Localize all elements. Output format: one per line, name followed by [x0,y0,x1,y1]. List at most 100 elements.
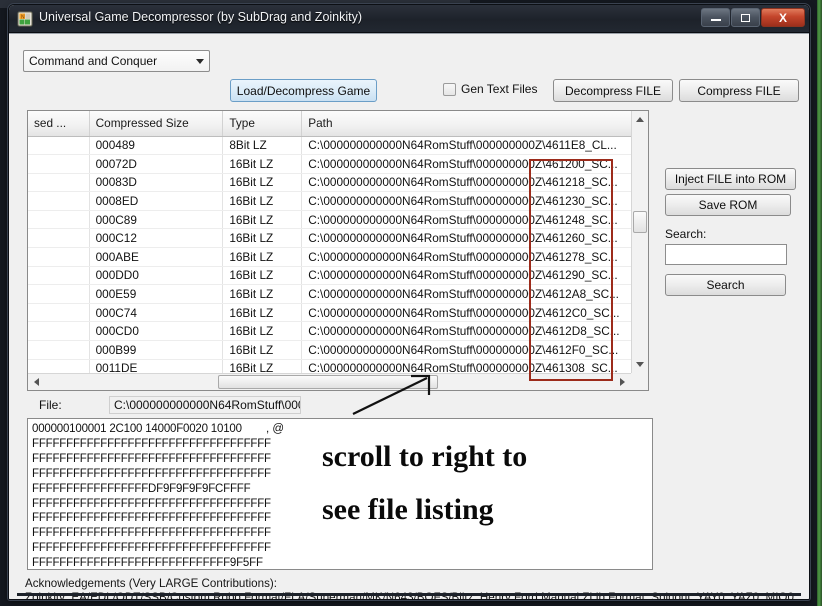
table-row[interactable]: 00083D 16Bit LZ C:\000000000000N64RomStuff… [28,173,631,193]
title-bar[interactable]: N Universal Game Decompressor (by SubDra… [9,5,809,33]
table-row[interactable]: 000489 8Bit LZ C:\000000000000N64RomStuff\… [28,136,631,156]
grid-horizontal-scrollbar[interactable] [28,373,631,390]
checkbox-box-icon [443,82,456,96]
window-title: Universal Game Decompressor (by SubDrag … [39,10,363,24]
cell-path: C:\000000000000N64RomStuff\000000000Z\46… [301,191,631,211]
cell-decompressed-size [28,247,90,267]
column-header-decompressed-size[interactable]: sed ... [28,111,90,137]
table-row[interactable]: 000ABE 16Bit LZ C:\000000000000N64RomStuff… [28,247,631,267]
cell-decompressed-size [28,284,90,304]
acknowledgements: Acknowledgements (Very LARGE Contributio… [25,577,795,599]
load-decompress-game-button[interactable]: Load/Decompress Game [230,79,377,102]
annotation-line-1: scroll to right to [322,440,528,473]
chevron-left-icon [34,378,39,386]
cell-path: C:\000000000000N64RomStuff\000000000Z\46… [301,340,631,360]
scrollbar-corner [631,373,648,390]
ack-line-1: Acknowledgements (Very LARGE Contributio… [25,577,277,590]
scroll-down-button[interactable] [632,356,648,373]
cell-decompressed-size [28,136,90,156]
cell-type: 16Bit LZ [222,303,303,323]
cell-type: 8Bit LZ [222,136,303,156]
app-window: N Universal Game Decompressor (by SubDra… [8,4,810,600]
cell-path: C:\000000000000N64RomStuff\000000000Z\46… [301,228,631,249]
table-row[interactable]: 000DD0 16Bit LZ C:\000000000000N64RomStuff… [28,266,631,286]
cell-compressed-size: 000E59 [89,284,224,304]
compress-file-button[interactable]: Compress FILE [679,79,799,102]
chevron-right-icon [620,378,625,386]
minimize-icon [710,19,721,21]
cell-compressed-size: 000C89 [89,210,224,230]
table-row[interactable]: 000CD0 16Bit LZ C:\000000000000N64RomStuff… [28,321,631,342]
cell-path: C:\000000000000N64RomStuff\000000000Z\46… [301,303,631,323]
table-row[interactable]: 000C89 16Bit LZ C:\000000000000N64RomStuff… [28,210,631,230]
cell-decompressed-size [28,154,90,174]
cell-compressed-size: 000489 [89,136,224,156]
column-header-path[interactable]: Path [301,111,631,137]
column-header-type[interactable]: Type [222,111,303,137]
table-row[interactable]: 0008ED 16Bit LZ C:\000000000000N64RomStuff… [28,191,631,211]
table-row[interactable]: 00072D 16Bit LZ C:\000000000000N64RomStuff… [28,154,631,174]
table-row[interactable]: 0011DE 16Bit LZ C:\000000000000N64RomStuff… [28,359,631,373]
cell-type: 16Bit LZ [222,340,303,360]
gen-text-files-checkbox[interactable]: Gen Text Files [443,82,537,96]
grid-vertical-scrollbar[interactable] [631,111,648,373]
cell-path: C:\000000000000N64RomStuff\000000000Z\46… [301,136,631,156]
cell-compressed-size: 0008ED [89,191,224,211]
cell-type: 16Bit LZ [222,191,303,211]
cell-path: C:\000000000000N64RomStuff\000000000Z\46… [301,247,631,267]
cell-type: 16Bit LZ [222,321,303,342]
cell-compressed-size: 000C12 [89,228,224,249]
cell-compressed-size: 000ABE [89,247,224,267]
cell-decompressed-size [28,266,90,286]
svg-text:N: N [21,15,25,21]
grid-viewport: sed ... Compressed Size Type Path Intern… [28,111,631,373]
desktop-green-strip [817,0,822,606]
maximize-button[interactable] [731,8,760,27]
column-header-compressed-size[interactable]: Compressed Size [89,111,224,137]
cell-type: 16Bit LZ [222,154,303,174]
scroll-left-button[interactable] [28,374,45,390]
cell-compressed-size: 000DD0 [89,266,224,286]
cell-decompressed-size [28,173,90,193]
cell-decompressed-size [28,228,90,249]
hex-dump-text: 000000100001 2C100 14000F0020 10100 FFFF… [32,423,271,570]
table-row[interactable]: 000C12 16Bit LZ C:\000000000000N64RomStuff… [28,228,631,249]
save-rom-button[interactable]: Save ROM [665,194,791,216]
file-list-grid[interactable]: sed ... Compressed Size Type Path Intern… [27,110,649,391]
scroll-instruction-annotation: scroll to right to see file listing [322,430,622,536]
minimize-button[interactable] [701,8,730,27]
cell-decompressed-size [28,321,90,342]
cell-type: 16Bit LZ [222,247,303,267]
file-label: File: [39,398,62,412]
table-row[interactable]: 000B99 16Bit LZ C:\000000000000N64RomStuff… [28,340,631,360]
cell-path: C:\000000000000N64RomStuff\000000000Z\46… [301,266,631,286]
search-input[interactable] [665,244,787,265]
decompress-file-button[interactable]: Decompress FILE [553,79,673,102]
cell-type: 16Bit LZ [222,359,303,373]
cell-compressed-size: 00083D [89,173,224,193]
cell-decompressed-size [28,210,90,230]
toolbar: Command and Conquer Load/Decompress Game… [9,34,809,102]
search-button[interactable]: Search [665,274,786,296]
horizontal-scrollbar-thumb[interactable] [218,375,438,389]
close-button[interactable]: X [761,8,805,27]
chevron-up-icon [636,117,644,122]
table-body: 000489 8Bit LZ C:\000000000000N64RomStuff\… [28,136,631,373]
cell-path: C:\000000000000N64RomStuff\000000000Z\46… [301,210,631,230]
scroll-up-button[interactable] [632,111,648,128]
cell-type: 16Bit LZ [222,228,303,249]
table-row[interactable]: 000E59 16Bit LZ C:\000000000000N64RomStuff… [28,284,631,304]
vertical-scrollbar-thumb[interactable] [633,211,647,233]
cell-path: C:\000000000000N64RomStuff\000000000Z\46… [301,154,631,174]
table-row[interactable]: 000C74 16Bit LZ C:\000000000000N64RomStuff… [28,303,631,323]
footer-divider [17,593,801,596]
cell-type: 16Bit LZ [222,284,303,304]
cell-compressed-size: 00072D [89,154,224,174]
file-path-value: C:\000000000000N64RomStuff\000000000 [109,396,301,414]
app-icon: N [17,11,33,27]
game-select[interactable]: Command and Conquer [23,50,210,72]
client-area: Command and Conquer Load/Decompress Game… [9,33,809,599]
game-select-value: Command and Conquer [29,54,158,68]
inject-file-into-rom-button[interactable]: Inject FILE into ROM [665,168,796,190]
scroll-right-button[interactable] [614,374,631,390]
